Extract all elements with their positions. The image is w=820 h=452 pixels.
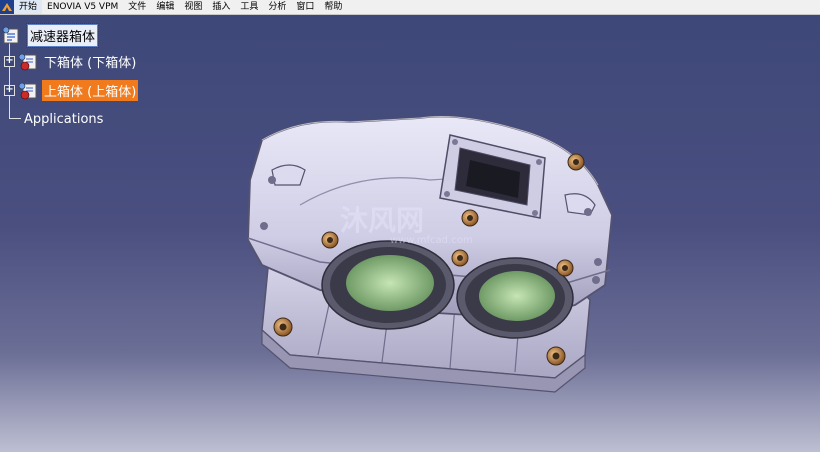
watermark-brand: 沐风网 (340, 204, 424, 237)
menu-start[interactable]: 开始 (14, 0, 43, 14)
expand-plus-icon[interactable]: + (4, 85, 15, 96)
tree-node-lower-housing[interactable]: + 下箱体 (下箱体) (4, 51, 138, 72)
part-icon (18, 53, 37, 70)
product-icon (2, 26, 19, 43)
menu-view[interactable]: 视图 (179, 0, 207, 14)
part-icon (18, 82, 37, 99)
tree-node-applications[interactable]: Applications (22, 111, 105, 128)
menu-help[interactable]: 帮助 (319, 0, 347, 14)
menu-enovia[interactable]: ENOVIA V5 VPM (42, 0, 123, 14)
tree-node-label[interactable]: 下箱体 (下箱体) (42, 51, 138, 72)
applications-label[interactable]: Applications (22, 111, 105, 128)
catia-logo-icon[interactable] (0, 0, 14, 14)
tree-connector (9, 118, 21, 119)
tree-root-label[interactable]: 减速器箱体 (25, 23, 100, 48)
watermark-url: www.mfcad.com (390, 235, 473, 246)
3d-viewport[interactable]: 沐风网 www.mfcad.com 开始 ENOVIA V5 VPM 文件 编辑… (0, 0, 820, 452)
tree-root-node[interactable]: 减速器箱体 (2, 23, 100, 48)
expand-plus-icon[interactable]: + (4, 56, 15, 67)
menu-file[interactable]: 文件 (123, 0, 151, 14)
menu-window[interactable]: 窗口 (291, 0, 319, 14)
bearing-bore-right (456, 257, 574, 339)
tree-node-label-selected[interactable]: 上箱体 (上箱体) (42, 80, 139, 101)
tree-node-upper-housing[interactable]: + 上箱体 (上箱体) (4, 80, 139, 101)
menu-edit[interactable]: 编辑 (151, 0, 179, 14)
specification-tree: 减速器箱体 + 下箱体 (下箱体) + 上箱体 (上箱体) Applicatio… (0, 14, 260, 144)
menu-analysis[interactable]: 分析 (263, 0, 291, 14)
bearing-bore-left (321, 240, 455, 330)
menu-insert[interactable]: 插入 (207, 0, 235, 14)
menu-bar: 开始 ENOVIA V5 VPM 文件 编辑 视图 插入 工具 分析 窗口 帮助 (0, 0, 820, 15)
menu-tools[interactable]: 工具 (235, 0, 263, 14)
